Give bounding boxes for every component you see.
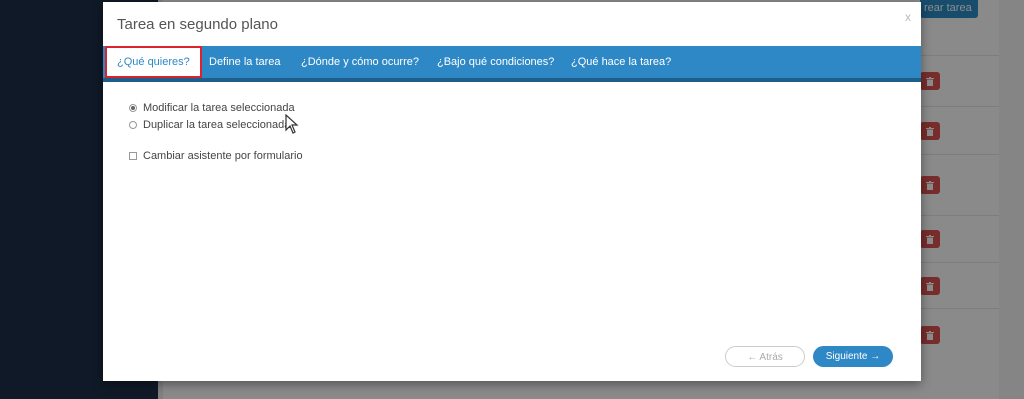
back-button[interactable]: ← Atrás xyxy=(725,346,805,367)
radio-modify-label: Modificar la tarea seleccionada xyxy=(143,102,295,114)
radio-button[interactable] xyxy=(129,121,137,129)
tab-define-la-tarea[interactable]: Define la tarea xyxy=(209,46,281,78)
tab-donde-y-como[interactable]: ¿Dónde y cómo ocurre? xyxy=(301,46,419,78)
modal-header: Tarea en segundo plano x xyxy=(103,2,921,46)
checkbox[interactable] xyxy=(129,152,137,160)
radio-duplicate-label: Duplicar la tarea seleccionada xyxy=(143,119,291,131)
next-button[interactable]: Siguiente → xyxy=(813,346,893,367)
assistant-checkbox-label: Cambiar asistente por formulario xyxy=(143,150,303,162)
radio-button-checked[interactable] xyxy=(129,104,137,112)
radio-modify-option[interactable]: Modificar la tarea seleccionada xyxy=(129,102,295,114)
task-modal: Tarea en segundo plano x ¿Qué quieres? D… xyxy=(103,2,921,381)
tab-que-quieres[interactable]: ¿Qué quieres? xyxy=(105,46,202,78)
mouse-cursor-icon xyxy=(285,114,299,134)
close-icon[interactable]: x xyxy=(905,10,911,24)
wizard-tabs: ¿Qué quieres? Define la tarea ¿Dónde y c… xyxy=(103,46,921,82)
radio-duplicate-option[interactable]: Duplicar la tarea seleccionada xyxy=(129,119,290,131)
tab-bajo-que-condiciones[interactable]: ¿Bajo qué condiciones? xyxy=(437,46,554,78)
assistant-checkbox-option[interactable]: Cambiar asistente por formulario xyxy=(129,150,303,162)
tab-que-hace-la-tarea[interactable]: ¿Qué hace la tarea? xyxy=(571,46,671,78)
modal-title: Tarea en segundo plano xyxy=(117,16,278,33)
